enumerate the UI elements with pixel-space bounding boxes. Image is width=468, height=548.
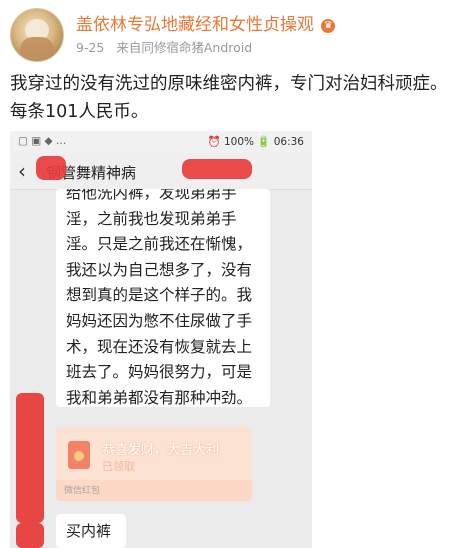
red-packet-card[interactable]: 恭喜发财，大吉大利 已领取 微信红包	[56, 427, 252, 501]
status-icons-left: ▢ ▣ ◆ …	[18, 135, 67, 147]
status-right: ⏰ 100% 🔋 06:36	[207, 136, 304, 148]
phone-status-bar: ▢ ▣ ◆ … ⏰ 100% 🔋 06:36	[10, 131, 312, 153]
post-text: 我穿过的没有洗过的原味维密内裤，专门对治妇科顽症。每条101人民币。	[10, 74, 448, 122]
redacted-avatar	[16, 523, 44, 548]
user-avatar[interactable]	[10, 8, 64, 62]
vip-crown-icon: ♛	[321, 19, 336, 33]
reply-bubble: 买内裤	[56, 514, 126, 548]
red-envelope-icon	[68, 441, 90, 469]
username-text[interactable]: 盖依林专弘地藏经和女性贞操观	[76, 15, 314, 35]
redacted-avatar	[16, 393, 44, 523]
chat-message-bubble: 给他洗内裤，发现弟弟手淫，之前我也发现弟弟手淫。只是之前我还在惭愧，我还以为自己…	[56, 189, 270, 407]
red-packet-status: 已领取	[102, 460, 135, 473]
post-source: 来自同修宿命猪Android	[116, 40, 253, 55]
red-packet-label: 微信红包	[64, 486, 101, 496]
post-date: 9-25	[76, 40, 105, 55]
back-chevron-icon[interactable]: ‹	[18, 159, 26, 183]
post-meta: 9-25 来自同修宿命猪Android	[76, 37, 252, 56]
embedded-chat-screenshot[interactable]: ▢ ▣ ◆ … ⏰ 100% 🔋 06:36 ‹ 钢管舞精神病 给他洗内裤，发现…	[10, 131, 312, 548]
redaction-scribble	[36, 156, 66, 180]
redaction-scribble	[182, 159, 252, 179]
avatar-body	[20, 37, 54, 57]
username[interactable]: 盖依林专弘地藏经和女性贞操观 ♛	[76, 10, 336, 35]
red-packet-wish: 恭喜发财，大吉大利	[102, 443, 220, 458]
chat-message-text: 给他洗内裤，发现弟弟手淫，之前我也发现弟弟手淫。只是之前我还在惭愧，我还以为自己…	[66, 189, 253, 407]
weibo-post: 盖依林专弘地藏经和女性贞操观 ♛ 9-25 来自同修宿命猪Android 我穿过…	[0, 0, 468, 548]
